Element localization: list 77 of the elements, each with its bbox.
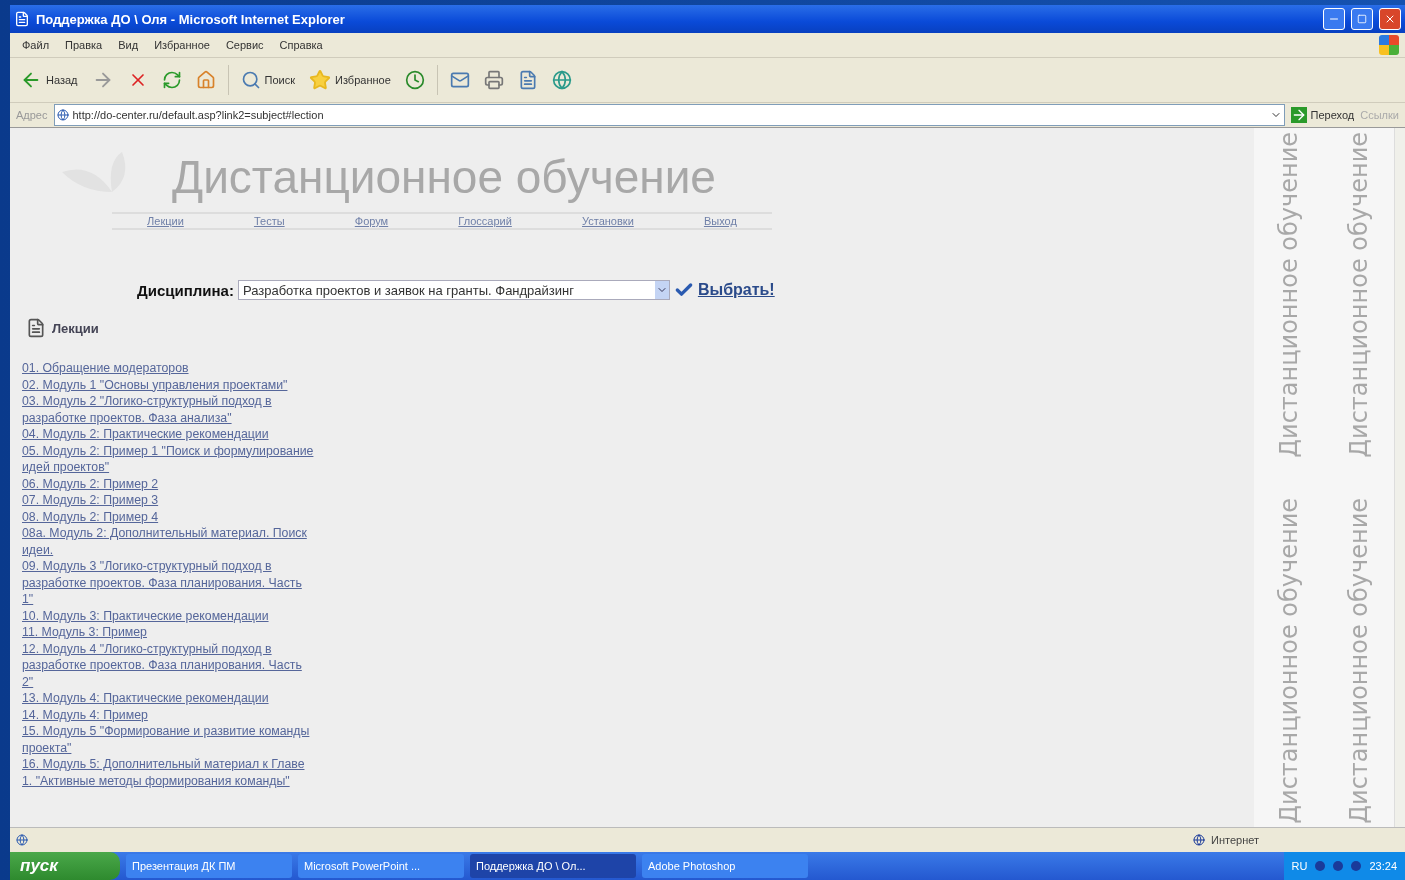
lecture-link[interactable]: 16. Модуль 5: Дополнительный материал к Главе 1. "Активные методы формирования команды" [22, 756, 314, 789]
select-value: Разработка проектов и заявок на гранты. Фандрайзинг [242, 282, 574, 298]
nav-link[interactable]: Тесты [253, 215, 285, 227]
close-button[interactable] [1379, 8, 1401, 30]
banner-text: Дистанционное обучение [1345, 131, 1373, 458]
lecture-link[interactable]: 10. Модуль 3: Практические рекомендации [22, 607, 314, 624]
search-button[interactable]: Поиск [238, 68, 297, 92]
nav-link[interactable]: Глоссарий [458, 215, 512, 227]
lecture-link[interactable]: 02. Модуль 1 "Основы управления проектами" [22, 376, 314, 393]
site-logo-text: Дистанционное обучение [172, 150, 716, 204]
star-icon [309, 69, 331, 91]
mail-icon [449, 70, 470, 90]
lecture-link[interactable]: 11. Модуль 3: Пример [22, 624, 314, 641]
lecture-link[interactable]: 08. Модуль 2: Пример 4 [22, 508, 314, 525]
nav-link[interactable]: Установки [582, 215, 634, 227]
lecture-link[interactable]: 14. Модуль 4: Пример [22, 706, 314, 723]
lecture-link[interactable]: 05. Модуль 2: Пример 1 "Поиск и формулирование идей проектов" [22, 442, 314, 476]
lecture-link[interactable]: 08а. Модуль 2: Дополнительный материал. Поиск идеи. [22, 525, 314, 558]
banner-text: Дистанционное обучение [1275, 497, 1303, 824]
nav-link[interactable]: Выход [703, 215, 737, 227]
select-link[interactable]: Выбрать! [673, 280, 775, 300]
clock-icon [404, 70, 425, 90]
window-icon [14, 11, 30, 27]
close-icon [1384, 13, 1396, 25]
address-field[interactable]: http://do-center.ru/default.asp?link2=subject#lection [53, 104, 1285, 126]
favorites-button[interactable]: Избранное [307, 67, 393, 93]
start-button[interactable]: пуск [10, 852, 120, 880]
lecture-link[interactable]: 15. Модуль 5 "Формирование и развитие команды проекта" [22, 723, 314, 756]
restore-icon [1357, 14, 1367, 24]
lecture-link[interactable]: 04. Модуль 2: Практические рекомендации [22, 426, 314, 443]
banner-text: Дистанционное обучение [1345, 497, 1373, 824]
menu-item[interactable]: Сервис [219, 37, 270, 53]
taskbar-button[interactable]: Microsoft PowerPoint ... [298, 854, 464, 878]
restore-button[interactable] [1351, 8, 1373, 30]
go-button[interactable]: Переход [1290, 107, 1355, 123]
search-icon [240, 70, 261, 90]
refresh-icon [161, 70, 182, 90]
nav-link[interactable]: Форум [354, 215, 389, 227]
tray-icon[interactable] [1351, 861, 1362, 871]
document-icon [26, 318, 46, 338]
lecture-link[interactable]: 03. Модуль 2 "Логико-структурный подход в разработке проектов. Фаза анализа" [22, 393, 314, 426]
tray-icon[interactable] [1333, 861, 1344, 871]
taskbar-button[interactable]: Презентация ДК ПМ [126, 854, 292, 878]
lecture-link[interactable]: 07. Модуль 2: Пример 3 [22, 492, 314, 509]
menu-item[interactable]: Файл [16, 37, 56, 53]
globe-icon [551, 70, 572, 90]
lecture-link[interactable]: 13. Модуль 4: Практические рекомендации [22, 690, 314, 707]
back-button[interactable]: Назад [18, 67, 80, 93]
printer-icon [483, 70, 504, 90]
lecture-link[interactable]: 12. Модуль 4 "Логико-структурный подход в разработке проектов. Фаза планирования. Часть 2" [22, 640, 314, 690]
lecture-link[interactable]: 01. Обращение модераторов [22, 360, 314, 377]
minimize-button[interactable] [1323, 8, 1345, 30]
menu-item[interactable]: Правка [59, 37, 109, 53]
zone-label: Интернет [1211, 834, 1259, 846]
taskbar-button[interactable]: Adobe Photoshop [642, 854, 808, 878]
page-icon [56, 109, 69, 121]
language-indicator[interactable]: RU [1291, 860, 1308, 872]
banner-text: Дистанционное обучение [1275, 131, 1303, 458]
clock: 23:24 [1369, 860, 1397, 872]
nav-link[interactable]: Лекции [147, 215, 184, 227]
page-icon [16, 834, 28, 846]
windows-logo-icon [1379, 35, 1399, 55]
menu-item[interactable]: Избранное [148, 37, 216, 53]
discipline-label: Дисциплина: [137, 281, 234, 299]
section-title: Лекции [52, 320, 99, 336]
menu-item[interactable]: Справка [273, 37, 329, 53]
discipline-select[interactable]: Разработка проектов и заявок на гранты. Фандрайзинг [237, 280, 670, 300]
globe-icon [1193, 834, 1205, 846]
lecture-link[interactable]: 09. Модуль 3 "Логико-структурный подход в разработке проектов. Фаза планирования. Часть 1" [22, 558, 314, 608]
home-icon [195, 70, 216, 90]
window-title: Поддержка ДО \ Оля - Microsoft Internet Explorer [36, 11, 346, 27]
lecture-link[interactable]: 06. Модуль 2: Пример 2 [22, 475, 314, 492]
tray-icon[interactable] [1315, 861, 1326, 871]
address-text: http://do-center.ru/default.asp?link2=subject#lection [72, 109, 324, 121]
menu-item[interactable]: Вид [112, 37, 145, 53]
address-label: Адрес [16, 109, 48, 121]
taskbar-button[interactable]: Поддержка ДО \ Ол... [470, 854, 636, 878]
